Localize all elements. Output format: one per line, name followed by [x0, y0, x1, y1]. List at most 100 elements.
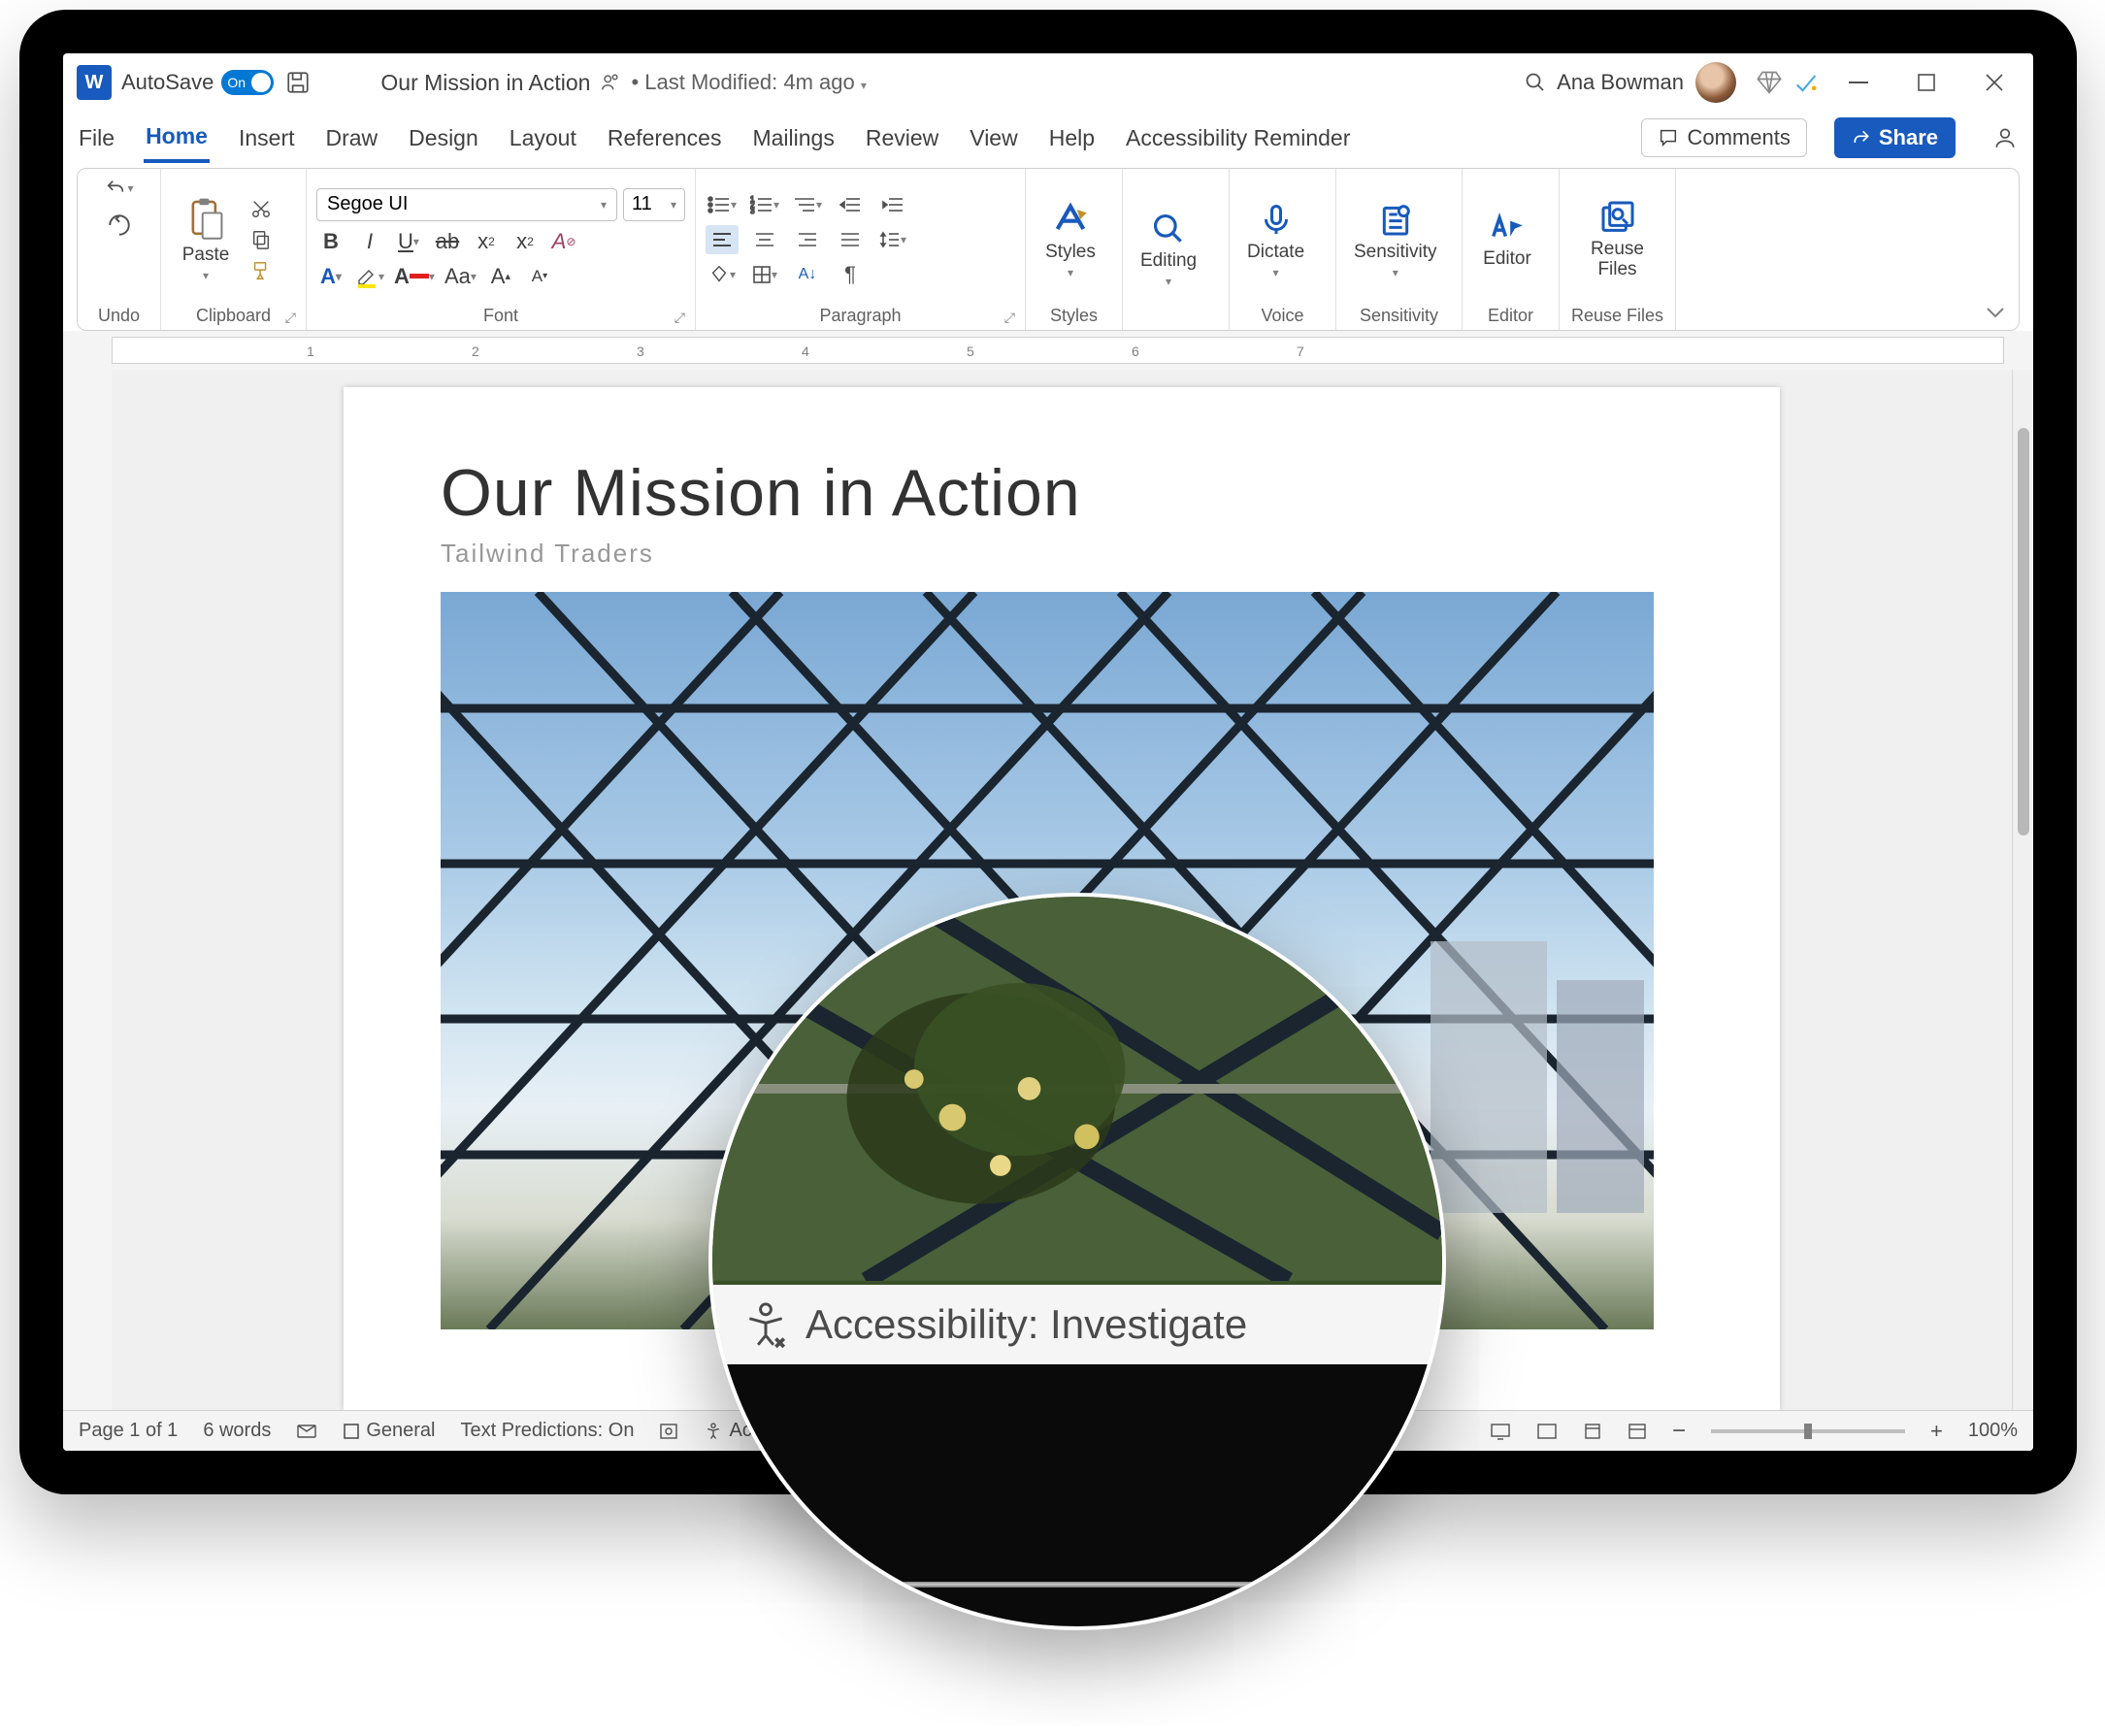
- bold-button[interactable]: B: [316, 227, 345, 256]
- tab-view[interactable]: View: [968, 115, 1019, 161]
- toggle-knob: [251, 73, 271, 92]
- subscript-button[interactable]: x2: [472, 227, 501, 256]
- change-case-button[interactable]: Aa▾: [444, 262, 477, 291]
- font-launcher-icon[interactable]: ⤢: [674, 310, 685, 326]
- sensitivity-icon: [1376, 200, 1415, 239]
- status-text-predictions[interactable]: Text Predictions: On: [461, 1420, 635, 1442]
- autosave-toggle[interactable]: AutoSave On: [121, 70, 274, 95]
- status-display-settings-icon[interactable]: [1490, 1423, 1511, 1440]
- view-web-layout-icon[interactable]: [1628, 1423, 1647, 1440]
- zoom-level[interactable]: 100%: [1968, 1420, 2018, 1442]
- paste-button[interactable]: Paste ▾: [171, 195, 241, 284]
- justify-button[interactable]: [834, 225, 867, 254]
- tab-draw[interactable]: Draw: [324, 115, 380, 161]
- align-center-button[interactable]: [748, 225, 781, 254]
- comments-button[interactable]: Comments: [1641, 118, 1806, 157]
- tab-review[interactable]: Review: [864, 115, 940, 161]
- tab-mailings[interactable]: Mailings: [750, 115, 836, 161]
- tab-layout[interactable]: Layout: [508, 115, 578, 161]
- numbering-button[interactable]: 123▾: [748, 190, 781, 219]
- multilevel-list-button[interactable]: ▾: [791, 190, 824, 219]
- tab-home[interactable]: Home: [144, 114, 210, 163]
- coming-soon-icon[interactable]: [1793, 69, 1820, 96]
- superscript-button[interactable]: x2: [510, 227, 540, 256]
- show-marks-button[interactable]: ¶: [834, 260, 867, 289]
- user-area[interactable]: Ana Bowman: [1557, 62, 1736, 103]
- last-modified[interactable]: • Last Modified: 4m ago ▾: [631, 70, 866, 95]
- copy-icon[interactable]: [247, 226, 276, 253]
- font-color-button[interactable]: A▾: [394, 262, 435, 291]
- search-icon[interactable]: [1524, 71, 1547, 94]
- maximize-button[interactable]: [1897, 53, 1956, 112]
- view-focus-icon[interactable]: [1536, 1423, 1558, 1440]
- grow-font-button[interactable]: A▴: [486, 262, 515, 291]
- font-size-select[interactable]: 11▾: [623, 188, 685, 221]
- magnified-accessibility-text[interactable]: Accessibility: Investigate: [806, 1301, 1247, 1348]
- italic-button[interactable]: I: [355, 227, 384, 256]
- close-button[interactable]: [1965, 53, 2023, 112]
- vertical-scrollbar[interactable]: [2012, 370, 2033, 1410]
- shading-button[interactable]: ▾: [706, 260, 739, 289]
- styles-button[interactable]: Styles▾: [1036, 198, 1105, 281]
- zoom-slider[interactable]: [1711, 1429, 1905, 1433]
- dictate-button[interactable]: Dictate▾: [1239, 198, 1312, 281]
- increase-indent-button[interactable]: [876, 190, 909, 219]
- tab-references[interactable]: References: [606, 115, 724, 161]
- status-page[interactable]: Page 1 of 1: [79, 1420, 178, 1442]
- tab-file[interactable]: File: [77, 115, 116, 161]
- tab-insert[interactable]: Insert: [237, 115, 297, 161]
- account-icon[interactable]: [1990, 123, 2020, 152]
- cut-icon[interactable]: [247, 195, 276, 222]
- editor-button[interactable]: Editor: [1472, 207, 1542, 272]
- font-name-select[interactable]: Segoe UI▾: [316, 188, 617, 221]
- document-heading[interactable]: Our Mission in Action: [441, 455, 1683, 531]
- sensitivity-button[interactable]: Sensitivity▾: [1346, 198, 1445, 281]
- horizontal-ruler[interactable]: 1 2 3 4 5 6 7: [112, 337, 2004, 364]
- status-language-icon[interactable]: [296, 1422, 317, 1441]
- avatar[interactable]: [1695, 62, 1736, 103]
- zoom-slider-thumb[interactable]: [1804, 1424, 1812, 1439]
- paragraph-launcher-icon[interactable]: ⤢: [1004, 310, 1015, 326]
- bullets-button[interactable]: ▾: [706, 190, 739, 219]
- clipboard-launcher-icon[interactable]: ⤢: [285, 310, 296, 326]
- status-word-count[interactable]: 6 words: [203, 1420, 271, 1442]
- tab-design[interactable]: Design: [407, 115, 480, 161]
- tab-help[interactable]: Help: [1047, 115, 1097, 161]
- clear-formatting-button[interactable]: A⊘: [549, 227, 578, 256]
- underline-button[interactable]: U▾: [394, 227, 423, 256]
- premium-diamond-icon[interactable]: [1756, 69, 1783, 96]
- sharing-icon[interactable]: [600, 72, 621, 93]
- zoom-in-button[interactable]: +: [1930, 1419, 1943, 1444]
- group-font: Segoe UI▾ 11▾ B I U▾ ab x2 x2 A⊘: [307, 169, 696, 330]
- align-left-button[interactable]: [706, 225, 739, 254]
- zoom-out-button[interactable]: −: [1672, 1418, 1686, 1445]
- group-label-editing: [1133, 324, 1219, 326]
- reuse-files-button[interactable]: Reuse Files: [1569, 196, 1665, 282]
- status-general[interactable]: General: [343, 1420, 435, 1442]
- highlight-button[interactable]: ▾: [355, 262, 384, 291]
- text-effects-button[interactable]: A▾: [316, 262, 345, 291]
- toggle-switch[interactable]: On: [221, 70, 274, 95]
- save-icon[interactable]: [283, 68, 312, 97]
- decrease-indent-button[interactable]: [834, 190, 867, 219]
- borders-button[interactable]: ▾: [748, 260, 781, 289]
- format-painter-icon[interactable]: [247, 257, 276, 284]
- line-spacing-button[interactable]: ▾: [876, 225, 909, 254]
- view-print-layout-icon[interactable]: [1583, 1423, 1602, 1440]
- undo-icon[interactable]: ▾: [105, 175, 134, 202]
- minimize-button[interactable]: [1829, 53, 1888, 112]
- sort-button[interactable]: A↓: [791, 260, 824, 289]
- scrollbar-thumb[interactable]: [2018, 428, 2029, 835]
- strikethrough-button[interactable]: ab: [433, 227, 462, 256]
- document-subheading[interactable]: Tailwind Traders: [441, 539, 1683, 569]
- status-macro-icon[interactable]: [659, 1423, 678, 1440]
- shrink-font-button[interactable]: A▾: [525, 262, 554, 291]
- redo-icon[interactable]: [105, 212, 134, 239]
- tab-accessibility-reminder[interactable]: Accessibility Reminder: [1124, 115, 1352, 161]
- collapse-ribbon-icon[interactable]: [1986, 307, 2005, 318]
- editing-button[interactable]: Editing▾: [1133, 209, 1204, 290]
- vertical-ruler[interactable]: [63, 370, 112, 1410]
- svg-text:3: 3: [750, 207, 755, 214]
- align-right-button[interactable]: [791, 225, 824, 254]
- share-button[interactable]: Share: [1834, 117, 1956, 158]
